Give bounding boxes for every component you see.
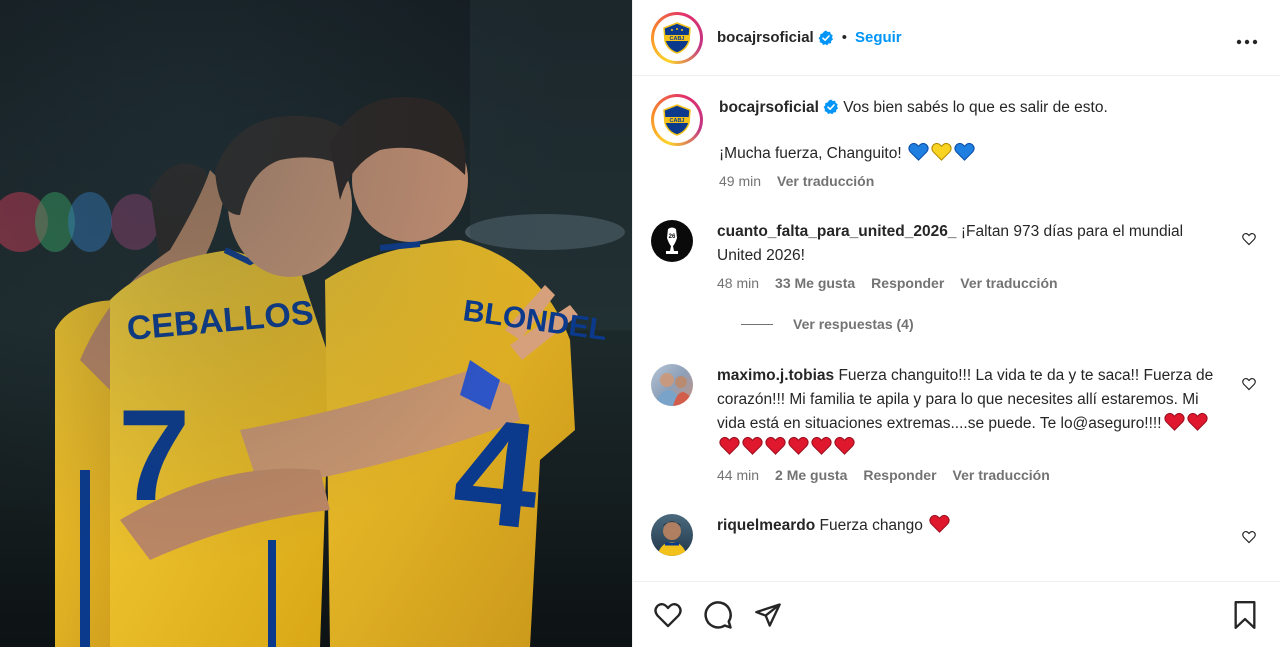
caption-meta: 49 min Ver traducción (719, 172, 1226, 190)
reply-button[interactable]: Responder (871, 274, 944, 292)
world-cup-logo-icon: 26 (666, 227, 678, 254)
comment-like-icon[interactable] (1242, 530, 1256, 544)
comment-body: maximo.j.tobias Fuerza changuito!!! La v… (717, 364, 1262, 484)
save-icon[interactable] (1228, 598, 1262, 632)
commenter-photo (655, 373, 693, 406)
blue-heart-icon (954, 142, 975, 161)
caption-text-2: ¡Mucha fuerza, Changuito! (719, 145, 902, 162)
caption-text-line-2: ¡Mucha fuerza, Changuito! (719, 142, 1226, 166)
comment-time[interactable]: 44 min (717, 466, 759, 484)
boca-crest-icon: CABJ (657, 100, 697, 140)
author-avatar[interactable]: CABJ (651, 11, 703, 64)
football-players-image: CEBALLOS 7 BLONDEL 4 (0, 0, 632, 647)
red-heart-icon (765, 436, 786, 455)
jersey-number-left: 7 (118, 382, 190, 528)
replies-line (741, 323, 773, 325)
reply-button[interactable]: Responder (863, 466, 936, 484)
red-heart-icon (1163, 412, 1185, 431)
comment-icon[interactable] (701, 598, 735, 632)
blue-heart-icon (908, 142, 929, 161)
svg-text:26: 26 (669, 234, 676, 240)
post-actions (633, 581, 1280, 647)
post-header: CABJ bocajrsoficial • Seguir (633, 0, 1280, 76)
comment-like-icon[interactable] (1242, 232, 1256, 246)
comment-meta: 48 min 33 Me gusta Responder Ver traducc… (717, 274, 1226, 292)
commenter-username[interactable]: maximo.j.tobias (717, 367, 834, 384)
translate-button[interactable]: Ver traducción (953, 466, 1050, 484)
comment-text-line: cuanto_falta_para_united_2026_ ¡Faltan 9… (717, 220, 1226, 268)
follow-button[interactable]: Seguir (855, 29, 902, 46)
caption-text-line: bocajrsoficial Vos bien sabés lo que es … (719, 96, 1226, 120)
svg-text:CABJ: CABJ (670, 36, 685, 42)
jersey-number-right: 4 (447, 385, 548, 561)
share-icon[interactable] (751, 598, 785, 632)
verified-icon (823, 99, 838, 115)
commenter-photo (657, 521, 687, 556)
comment-body: riquelmeardo Fuerza chango (717, 514, 1262, 556)
caption-translate-button[interactable]: Ver traducción (777, 172, 874, 190)
commenter-avatar[interactable] (651, 514, 693, 556)
author-username[interactable]: bocajrsoficial (717, 29, 814, 46)
like-icon[interactable] (651, 598, 685, 632)
commenter-username[interactable]: cuanto_falta_para_united_2026_ (717, 223, 957, 240)
commenter-avatar[interactable]: 26 (651, 220, 693, 262)
comment-item: maximo.j.tobias Fuerza changuito!!! La v… (651, 364, 1262, 484)
comment-likes[interactable]: 2 Me gusta (775, 466, 847, 484)
post-side-panel: CABJ bocajrsoficial • Seguir CABJ bocajr… (632, 0, 1280, 647)
caption-avatar[interactable]: CABJ (651, 94, 703, 146)
red-heart-icon (929, 514, 950, 533)
comment-body: cuanto_falta_para_united_2026_ ¡Faltan 9… (717, 220, 1262, 292)
red-heart-icon (719, 436, 740, 455)
caption: CABJ bocajrsoficial Vos bien sabés lo qu… (651, 94, 1262, 190)
comment-item: 26 cuanto_falta_para_united_2026_ ¡Falta… (651, 220, 1262, 292)
red-heart-icon (811, 436, 832, 455)
comment-like-icon[interactable] (1242, 377, 1256, 391)
red-heart-icon (834, 436, 855, 455)
yellow-heart-icon (931, 142, 952, 161)
translate-button[interactable]: Ver traducción (960, 274, 1057, 292)
comment-item: riquelmeardo Fuerza chango (651, 514, 1262, 556)
caption-text: Vos bien sabés lo que es salir de esto. (843, 99, 1108, 116)
verified-icon (818, 30, 833, 45)
view-replies-label: Ver respuestas (4) (793, 316, 914, 332)
comment-likes[interactable]: 33 Me gusta (775, 274, 855, 292)
caption-username[interactable]: bocajrsoficial (719, 99, 819, 116)
commenter-avatar[interactable] (651, 364, 693, 406)
red-heart-icon (742, 436, 763, 455)
view-replies-button[interactable]: Ver respuestas (4) (741, 316, 1262, 332)
separator-dot: • (841, 29, 847, 46)
commenter-username[interactable]: riquelmeardo (717, 517, 815, 534)
caption-time[interactable]: 49 min (719, 172, 761, 190)
caption-body: bocajrsoficial Vos bien sabés lo que es … (719, 96, 1262, 190)
comment-time[interactable]: 48 min (717, 274, 759, 292)
red-heart-icon (1186, 412, 1208, 431)
post-view: CEBALLOS 7 BLONDEL 4 CABJ bocajrsoficial… (0, 0, 1280, 647)
more-icon[interactable] (1232, 25, 1262, 51)
red-heart-icon (788, 436, 809, 455)
post-photo[interactable]: CEBALLOS 7 BLONDEL 4 (0, 0, 632, 647)
comment-text-line: maximo.j.tobias Fuerza changuito!!! La v… (717, 364, 1226, 460)
svg-text:CABJ: CABJ (670, 118, 685, 124)
boca-crest-icon: CABJ (657, 17, 697, 58)
comment-meta: 44 min 2 Me gusta Responder Ver traducci… (717, 466, 1226, 484)
comments-list[interactable]: CABJ bocajrsoficial Vos bien sabés lo qu… (633, 76, 1280, 581)
comment-text: Fuerza chango (819, 517, 923, 534)
comment-text-line: riquelmeardo Fuerza chango (717, 514, 1226, 538)
